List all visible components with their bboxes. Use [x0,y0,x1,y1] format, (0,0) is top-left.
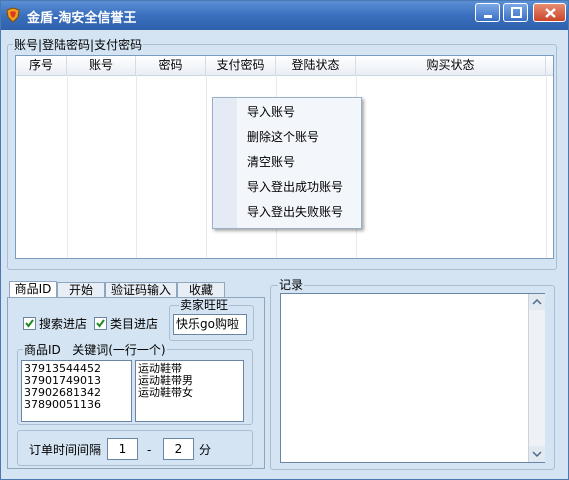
interval-from-input[interactable]: 1 [107,438,138,460]
log-scrollbar[interactable] [528,294,545,462]
interval-to-input[interactable]: 2 [163,438,194,460]
column-header[interactable]: 账号 [67,56,136,75]
maximize-icon [511,7,522,18]
scroll-down-button[interactable] [529,446,545,462]
seller-input[interactable]: 快乐go购啦 [173,314,247,335]
checkbox-checked-icon [96,319,105,328]
menu-item-import-accounts[interactable]: 导入账号 [247,101,295,123]
shield-icon [5,7,21,23]
interval-dash: - [147,443,152,457]
interval-unit: 分 [199,443,212,457]
column-header[interactable]: 密码 [136,56,206,75]
context-menu: 导入账号 删除这个账号 清空账号 导入登出成功账号 导入登出失败账号 [212,97,362,229]
scroll-up-icon [532,298,542,305]
log-textarea[interactable] [280,293,545,463]
menu-item-import-logout-failed[interactable]: 导入登出失败账号 [247,201,343,223]
keyword-line: 运动鞋带女 [138,386,193,399]
product-keywords-label: 商品ID 关键词(一行一个) [23,343,167,357]
close-button[interactable] [533,3,566,22]
tab-captcha-input[interactable]: 验证码输入 [105,282,177,298]
main-window: 金盾-淘安全信誉王 账号|登陆密码|支付密码 序号 账号 密码 支付密码 登陆状… [0,0,569,480]
window-title: 金盾-淘安全信誉王 [27,11,137,26]
accounts-list-header: 序号 账号 密码 支付密码 登陆状态 购买状态 [16,56,553,76]
search-shop-checkbox[interactable] [23,317,36,330]
menu-item-clear-accounts[interactable]: 清空账号 [247,151,295,173]
product-id-line: 37890051136 [24,398,101,411]
tab-product-id[interactable]: 商品ID [9,281,57,298]
scroll-up-button[interactable] [529,294,545,310]
accounts-group-label: 账号|登陆密码|支付密码 [13,38,144,52]
column-header[interactable]: 序号 [16,56,67,75]
close-icon [545,8,556,18]
tab-favorites[interactable]: 收藏 [177,282,225,298]
minimize-button[interactable] [475,3,500,22]
column-header[interactable]: 登陆状态 [276,56,356,75]
category-shop-label: 类目进店 [110,317,159,331]
minimize-icon [484,15,492,18]
menu-item-import-logout-success[interactable]: 导入登出成功账号 [247,176,343,198]
log-group-label: 记录 [278,278,305,292]
search-shop-label: 搜索进店 [39,317,88,331]
maximize-button[interactable] [503,3,528,22]
interval-label: 订单时间间隔 [29,443,102,457]
checkbox-checked-icon [25,319,34,328]
category-shop-checkbox[interactable] [94,317,107,330]
seller-group-label: 卖家旺旺 [179,298,230,312]
title-bar[interactable]: 金盾-淘安全信誉王 [1,1,568,30]
menu-item-delete-account[interactable]: 删除这个账号 [247,126,319,148]
tab-start[interactable]: 开始 [57,282,105,298]
column-header[interactable]: 购买状态 [356,56,546,75]
keywords-textarea[interactable]: 运动鞋带 运动鞋带男 运动鞋带女 [135,360,244,422]
column-header[interactable]: 支付密码 [206,56,276,75]
scroll-down-icon [532,451,542,458]
product-ids-textarea[interactable]: 37913544452 37901749013 37902681342 3789… [21,360,132,422]
